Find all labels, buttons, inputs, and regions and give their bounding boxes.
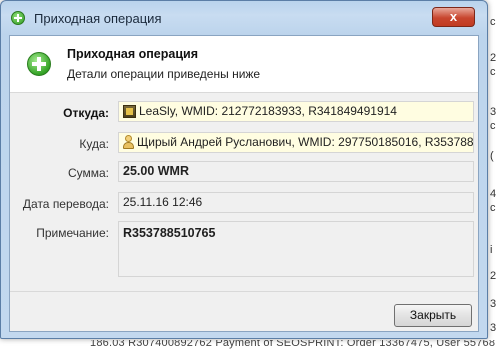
footer-divider [10, 291, 478, 292]
background-text-fragment: 3 [490, 322, 497, 334]
background-text-fragment: ( [490, 150, 494, 162]
background-text-fragment: 2 [490, 270, 497, 282]
amount-field[interactable]: 25.00 WMR [118, 161, 474, 182]
from-field[interactable]: LeaSly, WMID: 212772183933, R34184949191… [118, 101, 474, 122]
amount-value: 25.00 WMR [123, 164, 189, 178]
from-label: Откуда: [63, 106, 109, 120]
background-text-fragment: 2 [490, 52, 497, 64]
background-text-fragment: c [490, 66, 496, 78]
background-text-fragment: i [490, 244, 493, 256]
header-title: Приходная операция [67, 47, 199, 61]
wallet-icon [123, 105, 136, 118]
header-subtitle: Детали операции приведены ниже [67, 67, 261, 81]
memo-field[interactable]: R353788510765 [118, 221, 474, 277]
date-label: Дата перевода: [22, 197, 109, 211]
from-value: LeaSly, WMID: 212772183933, R34184949191… [139, 104, 397, 118]
date-value: 25.11.16 12:46 [123, 195, 203, 209]
dialog-body: Приходная операция Детали операции приве… [9, 35, 479, 332]
close-button[interactable]: Закрыть [394, 304, 472, 327]
dialog-header: Приходная операция Детали операции приве… [10, 36, 478, 93]
background-app-row: 186.03 R307400892762 Payment of SEOSPRIN… [0, 340, 498, 350]
transaction-dialog: Приходная операция x Приходная операция … [0, 0, 488, 339]
background-text-fragment: c [490, 16, 496, 28]
background-text-fragment: 4 [490, 188, 497, 200]
plus-circle-icon [11, 11, 25, 25]
background-text-fragment: c [490, 120, 496, 132]
title-bar[interactable]: Приходная операция x [1, 1, 487, 35]
plus-circle-icon [27, 52, 51, 76]
background-app-edge: c 2 c 3 c ( 4 c i 2 3 3 [488, 0, 498, 350]
amount-label: Сумма: [67, 166, 109, 180]
memo-label: Примечание: [36, 226, 109, 240]
date-field[interactable]: 25.11.16 12:46 [118, 192, 474, 213]
background-text-fragment: 3 [490, 298, 497, 310]
window-title: Приходная операция [34, 11, 162, 26]
to-label: Куда: [79, 137, 109, 151]
background-text-fragment: c [490, 202, 496, 214]
close-icon: x [449, 9, 458, 24]
window-close-button[interactable]: x [432, 7, 475, 27]
to-field[interactable]: Щирый Андрей Русланович, WMID: 297750185… [118, 132, 474, 153]
to-value: Щирый Андрей Русланович, WMID: 297750185… [137, 135, 474, 149]
memo-value: R353788510765 [123, 226, 216, 240]
person-icon [123, 135, 134, 149]
background-row-text: 186.03 R307400892762 Payment of SEOSPRIN… [90, 340, 496, 349]
background-text-fragment: 3 [490, 106, 497, 118]
